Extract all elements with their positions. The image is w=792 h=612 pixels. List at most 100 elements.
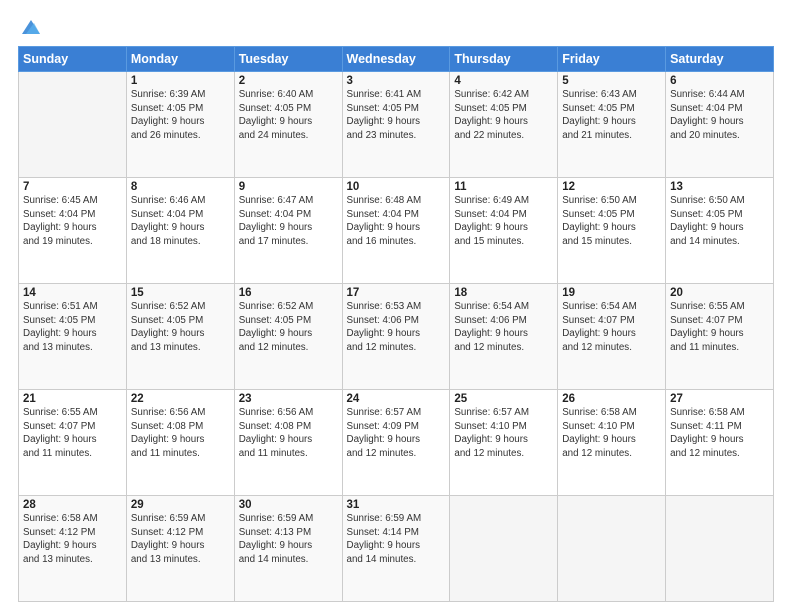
day-number: 6	[670, 75, 769, 87]
calendar-header-saturday: Saturday	[666, 47, 774, 72]
calendar-cell: 26Sunrise: 6:58 AM Sunset: 4:10 PM Dayli…	[558, 390, 666, 496]
calendar-cell: 15Sunrise: 6:52 AM Sunset: 4:05 PM Dayli…	[126, 284, 234, 390]
day-info: Sunrise: 6:45 AM Sunset: 4:04 PM Dayligh…	[23, 194, 122, 248]
calendar-cell: 22Sunrise: 6:56 AM Sunset: 4:08 PM Dayli…	[126, 390, 234, 496]
day-info: Sunrise: 6:40 AM Sunset: 4:05 PM Dayligh…	[239, 88, 338, 142]
calendar-cell: 1Sunrise: 6:39 AM Sunset: 4:05 PM Daylig…	[126, 72, 234, 178]
day-info: Sunrise: 6:59 AM Sunset: 4:14 PM Dayligh…	[347, 512, 446, 566]
day-info: Sunrise: 6:59 AM Sunset: 4:12 PM Dayligh…	[131, 512, 230, 566]
calendar-cell: 7Sunrise: 6:45 AM Sunset: 4:04 PM Daylig…	[19, 178, 127, 284]
calendar-header-thursday: Thursday	[450, 47, 558, 72]
day-number: 1	[131, 75, 230, 87]
day-info: Sunrise: 6:55 AM Sunset: 4:07 PM Dayligh…	[670, 300, 769, 354]
calendar-cell	[450, 496, 558, 602]
day-number: 23	[239, 393, 338, 405]
calendar-week-row: 14Sunrise: 6:51 AM Sunset: 4:05 PM Dayli…	[19, 284, 774, 390]
calendar-cell: 5Sunrise: 6:43 AM Sunset: 4:05 PM Daylig…	[558, 72, 666, 178]
calendar-cell: 8Sunrise: 6:46 AM Sunset: 4:04 PM Daylig…	[126, 178, 234, 284]
calendar-cell: 31Sunrise: 6:59 AM Sunset: 4:14 PM Dayli…	[342, 496, 450, 602]
day-info: Sunrise: 6:54 AM Sunset: 4:07 PM Dayligh…	[562, 300, 661, 354]
day-number: 22	[131, 393, 230, 405]
calendar-cell: 30Sunrise: 6:59 AM Sunset: 4:13 PM Dayli…	[234, 496, 342, 602]
calendar-cell: 20Sunrise: 6:55 AM Sunset: 4:07 PM Dayli…	[666, 284, 774, 390]
day-info: Sunrise: 6:51 AM Sunset: 4:05 PM Dayligh…	[23, 300, 122, 354]
calendar-cell: 4Sunrise: 6:42 AM Sunset: 4:05 PM Daylig…	[450, 72, 558, 178]
day-info: Sunrise: 6:52 AM Sunset: 4:05 PM Dayligh…	[131, 300, 230, 354]
day-number: 15	[131, 287, 230, 299]
day-info: Sunrise: 6:41 AM Sunset: 4:05 PM Dayligh…	[347, 88, 446, 142]
calendar-header-wednesday: Wednesday	[342, 47, 450, 72]
day-info: Sunrise: 6:56 AM Sunset: 4:08 PM Dayligh…	[239, 406, 338, 460]
calendar-cell: 16Sunrise: 6:52 AM Sunset: 4:05 PM Dayli…	[234, 284, 342, 390]
day-info: Sunrise: 6:49 AM Sunset: 4:04 PM Dayligh…	[454, 194, 553, 248]
day-info: Sunrise: 6:46 AM Sunset: 4:04 PM Dayligh…	[131, 194, 230, 248]
day-info: Sunrise: 6:58 AM Sunset: 4:12 PM Dayligh…	[23, 512, 122, 566]
day-number: 7	[23, 181, 122, 193]
calendar-header-row: SundayMondayTuesdayWednesdayThursdayFrid…	[19, 47, 774, 72]
day-info: Sunrise: 6:59 AM Sunset: 4:13 PM Dayligh…	[239, 512, 338, 566]
day-number: 9	[239, 181, 338, 193]
calendar-header-sunday: Sunday	[19, 47, 127, 72]
page: SundayMondayTuesdayWednesdayThursdayFrid…	[0, 0, 792, 612]
day-number: 31	[347, 499, 446, 511]
day-number: 19	[562, 287, 661, 299]
calendar-week-row: 7Sunrise: 6:45 AM Sunset: 4:04 PM Daylig…	[19, 178, 774, 284]
header	[18, 18, 774, 36]
day-number: 4	[454, 75, 553, 87]
day-number: 24	[347, 393, 446, 405]
calendar-table: SundayMondayTuesdayWednesdayThursdayFrid…	[18, 46, 774, 602]
calendar-cell	[558, 496, 666, 602]
day-info: Sunrise: 6:48 AM Sunset: 4:04 PM Dayligh…	[347, 194, 446, 248]
calendar-week-row: 1Sunrise: 6:39 AM Sunset: 4:05 PM Daylig…	[19, 72, 774, 178]
day-info: Sunrise: 6:57 AM Sunset: 4:10 PM Dayligh…	[454, 406, 553, 460]
day-number: 20	[670, 287, 769, 299]
day-info: Sunrise: 6:50 AM Sunset: 4:05 PM Dayligh…	[562, 194, 661, 248]
calendar-week-row: 21Sunrise: 6:55 AM Sunset: 4:07 PM Dayli…	[19, 390, 774, 496]
calendar-cell: 23Sunrise: 6:56 AM Sunset: 4:08 PM Dayli…	[234, 390, 342, 496]
day-info: Sunrise: 6:57 AM Sunset: 4:09 PM Dayligh…	[347, 406, 446, 460]
calendar-cell: 19Sunrise: 6:54 AM Sunset: 4:07 PM Dayli…	[558, 284, 666, 390]
day-number: 13	[670, 181, 769, 193]
day-info: Sunrise: 6:58 AM Sunset: 4:10 PM Dayligh…	[562, 406, 661, 460]
calendar-header-monday: Monday	[126, 47, 234, 72]
day-number: 14	[23, 287, 122, 299]
calendar-cell: 21Sunrise: 6:55 AM Sunset: 4:07 PM Dayli…	[19, 390, 127, 496]
day-number: 8	[131, 181, 230, 193]
calendar-cell: 13Sunrise: 6:50 AM Sunset: 4:05 PM Dayli…	[666, 178, 774, 284]
day-number: 30	[239, 499, 338, 511]
calendar-cell: 28Sunrise: 6:58 AM Sunset: 4:12 PM Dayli…	[19, 496, 127, 602]
logo-icon	[20, 18, 42, 36]
calendar-cell: 27Sunrise: 6:58 AM Sunset: 4:11 PM Dayli…	[666, 390, 774, 496]
day-number: 25	[454, 393, 553, 405]
calendar-cell	[666, 496, 774, 602]
calendar-cell: 10Sunrise: 6:48 AM Sunset: 4:04 PM Dayli…	[342, 178, 450, 284]
day-number: 12	[562, 181, 661, 193]
calendar-cell: 9Sunrise: 6:47 AM Sunset: 4:04 PM Daylig…	[234, 178, 342, 284]
calendar-header-tuesday: Tuesday	[234, 47, 342, 72]
calendar-cell: 29Sunrise: 6:59 AM Sunset: 4:12 PM Dayli…	[126, 496, 234, 602]
day-info: Sunrise: 6:47 AM Sunset: 4:04 PM Dayligh…	[239, 194, 338, 248]
calendar-cell	[19, 72, 127, 178]
calendar-cell: 14Sunrise: 6:51 AM Sunset: 4:05 PM Dayli…	[19, 284, 127, 390]
day-number: 18	[454, 287, 553, 299]
day-number: 26	[562, 393, 661, 405]
day-info: Sunrise: 6:39 AM Sunset: 4:05 PM Dayligh…	[131, 88, 230, 142]
calendar-cell: 11Sunrise: 6:49 AM Sunset: 4:04 PM Dayli…	[450, 178, 558, 284]
calendar-cell: 12Sunrise: 6:50 AM Sunset: 4:05 PM Dayli…	[558, 178, 666, 284]
day-info: Sunrise: 6:42 AM Sunset: 4:05 PM Dayligh…	[454, 88, 553, 142]
calendar-cell: 6Sunrise: 6:44 AM Sunset: 4:04 PM Daylig…	[666, 72, 774, 178]
day-number: 27	[670, 393, 769, 405]
calendar-cell: 18Sunrise: 6:54 AM Sunset: 4:06 PM Dayli…	[450, 284, 558, 390]
day-info: Sunrise: 6:56 AM Sunset: 4:08 PM Dayligh…	[131, 406, 230, 460]
day-number: 11	[454, 181, 553, 193]
day-number: 16	[239, 287, 338, 299]
calendar-cell: 3Sunrise: 6:41 AM Sunset: 4:05 PM Daylig…	[342, 72, 450, 178]
day-info: Sunrise: 6:58 AM Sunset: 4:11 PM Dayligh…	[670, 406, 769, 460]
day-number: 5	[562, 75, 661, 87]
calendar-header-friday: Friday	[558, 47, 666, 72]
day-number: 29	[131, 499, 230, 511]
day-info: Sunrise: 6:44 AM Sunset: 4:04 PM Dayligh…	[670, 88, 769, 142]
day-info: Sunrise: 6:50 AM Sunset: 4:05 PM Dayligh…	[670, 194, 769, 248]
day-number: 10	[347, 181, 446, 193]
day-number: 28	[23, 499, 122, 511]
